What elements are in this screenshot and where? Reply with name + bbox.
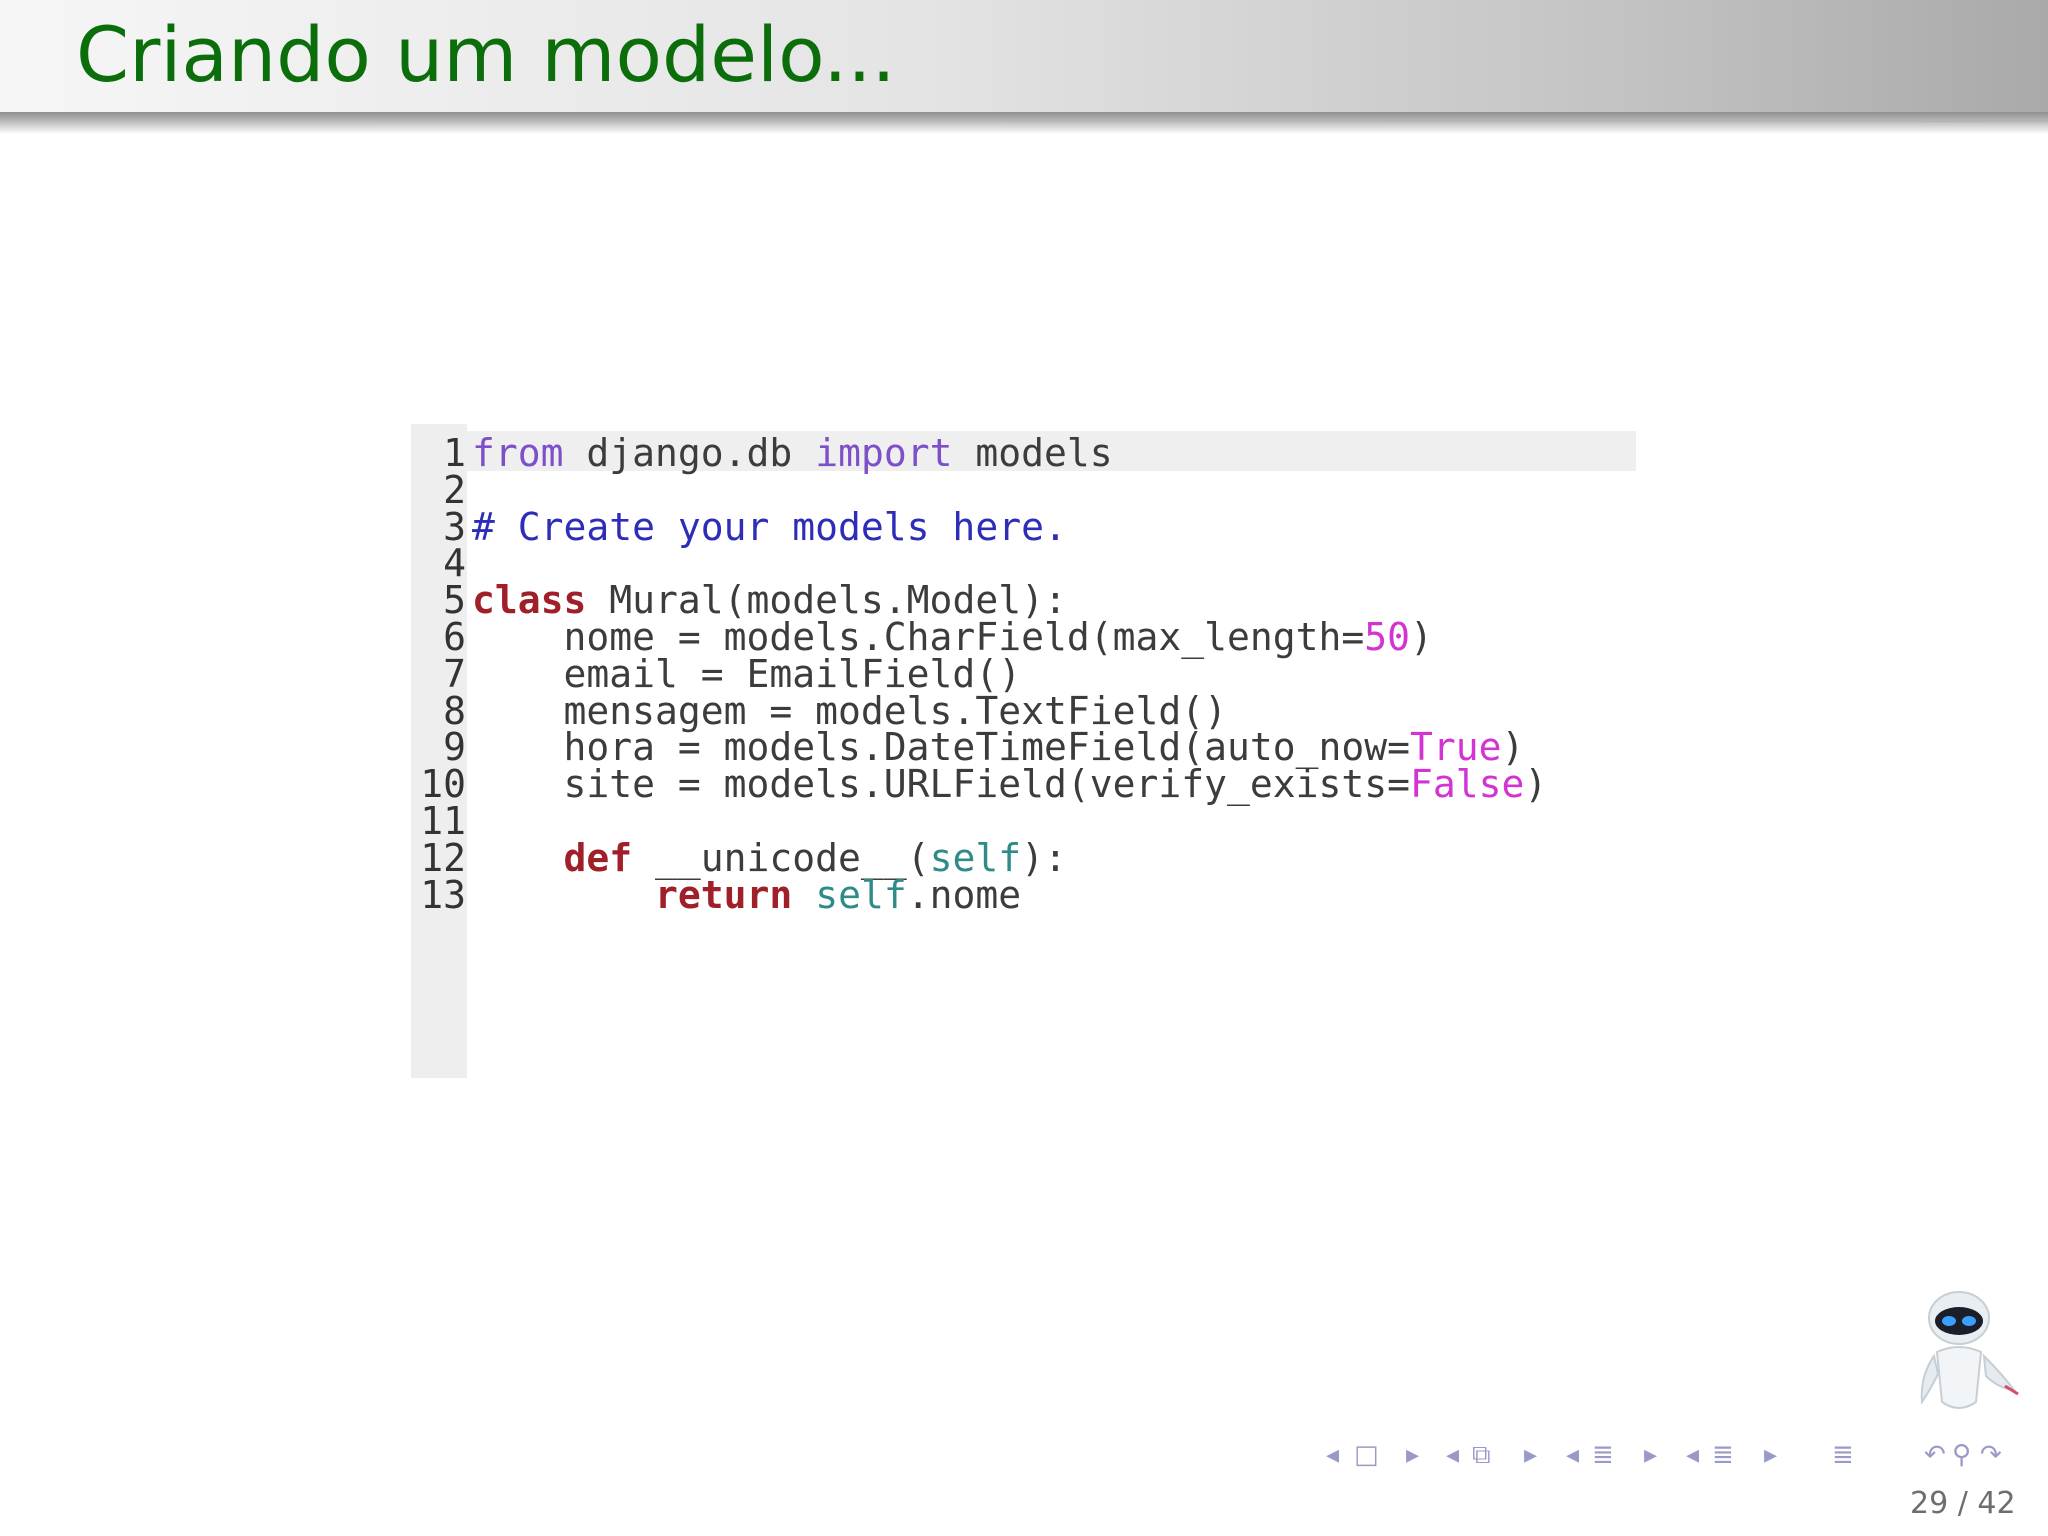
- nav-next-arrow-icon[interactable]: ▸: [1764, 1440, 1777, 1470]
- robot-mascot-icon: [1920, 1291, 2019, 1409]
- code-token: .nome: [906, 872, 1022, 917]
- back-icon[interactable]: ↶: [1924, 1440, 1946, 1470]
- title-bar-shadow: [0, 112, 2048, 134]
- nav-prev-arrow-icon[interactable]: ◂: [1566, 1440, 1579, 1470]
- forward-icon[interactable]: ↷: [1980, 1440, 2002, 1470]
- nav-next-arrow-icon[interactable]: ▸: [1406, 1440, 1419, 1470]
- search-icon[interactable]: ⚲: [1952, 1440, 1971, 1470]
- nav-prev-arrow-icon[interactable]: ◂: [1326, 1440, 1339, 1470]
- beamer-navigation-bar: ◂ □ ▸ ◂ ⧉ ▸ ◂ ≣ ▸ ◂ ≣ ▸ ≣ ↶ ⚲ ↷: [1320, 1440, 2040, 1480]
- nav-next-arrow-icon[interactable]: ▸: [1644, 1440, 1657, 1470]
- code-text: return self.nome: [472, 873, 1021, 917]
- code-token: return: [655, 872, 793, 917]
- outline-icon[interactable]: ≣: [1832, 1440, 1854, 1470]
- slide-title: Criando um modelo...: [76, 10, 896, 99]
- code-line: 13 return self.nome: [411, 873, 1636, 921]
- toc-icon[interactable]: ≣: [1712, 1440, 1734, 1470]
- section-icon[interactable]: ≣: [1592, 1440, 1614, 1470]
- frame-icon[interactable]: □: [1354, 1440, 1379, 1470]
- nav-prev-arrow-icon[interactable]: ◂: [1686, 1440, 1699, 1470]
- subsection-icon[interactable]: ⧉: [1472, 1440, 1491, 1471]
- code-screenshot: 1 from django.db import models 2 3 # Create …: [411, 424, 1636, 1078]
- nav-next-arrow-icon[interactable]: ▸: [1524, 1440, 1537, 1470]
- line-number: 13: [420, 872, 466, 917]
- page-number: 29 / 42: [1910, 1486, 2016, 1521]
- nav-prev-arrow-icon[interactable]: ◂: [1446, 1440, 1459, 1470]
- code-token: self: [815, 872, 907, 917]
